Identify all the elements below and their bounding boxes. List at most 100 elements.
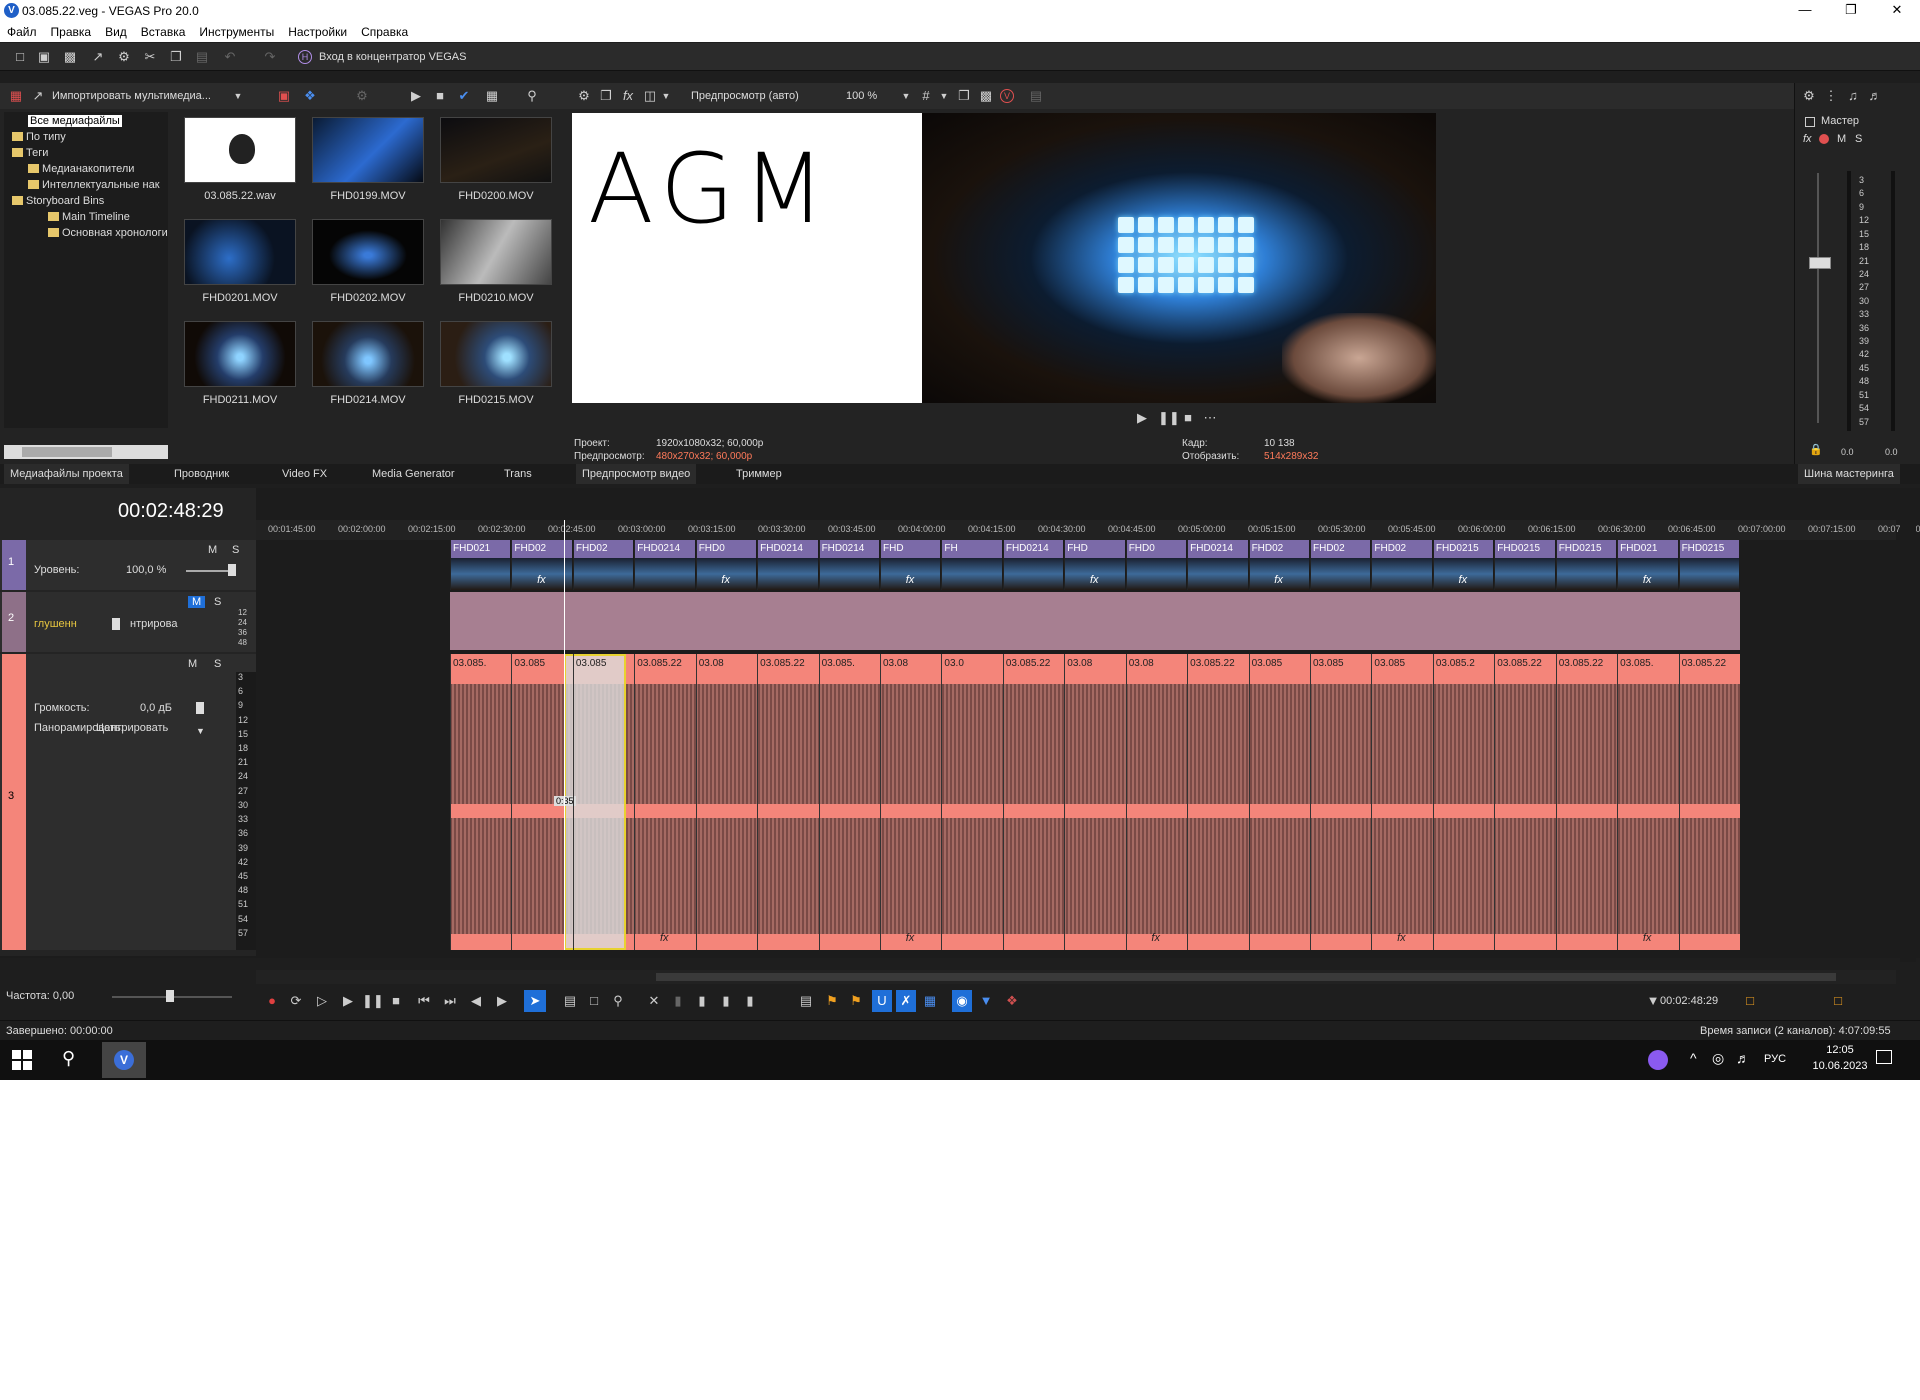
- play-from-start-icon[interactable]: ▷: [312, 990, 332, 1012]
- split-icon[interactable]: ▮: [740, 990, 760, 1012]
- media-thumb-fhd0200[interactable]: [440, 117, 552, 183]
- master-enable-checkbox[interactable]: [1805, 117, 1815, 127]
- tree-media-bins[interactable]: Медианакопители: [28, 163, 134, 175]
- preview-quality-select[interactable]: Предпросмотр (авто): [691, 90, 799, 102]
- import-media-icon[interactable]: ↗: [30, 88, 46, 104]
- preview-zoom-select[interactable]: 100 %: [846, 90, 877, 102]
- media-thumb-fhd0215[interactable]: [440, 321, 552, 387]
- trim-icon[interactable]: ▮: [668, 990, 688, 1012]
- scroll-thumb[interactable]: [22, 447, 112, 457]
- tree-tags[interactable]: Теги: [12, 147, 48, 159]
- render-icon[interactable]: ↗: [90, 49, 106, 65]
- timeline-scroll-thumb[interactable]: [656, 973, 1836, 981]
- media-thumb-fhd0210[interactable]: [440, 219, 552, 285]
- save-snapshot-icon[interactable]: ▩: [978, 88, 994, 104]
- copy-icon[interactable]: ❐: [168, 49, 184, 65]
- menu-tools[interactable]: Инструменты: [192, 22, 281, 39]
- menu-insert[interactable]: Вставка: [134, 22, 193, 39]
- auto-preview-icon[interactable]: ✔: [456, 88, 472, 104]
- undo-icon[interactable]: ↶: [222, 49, 238, 65]
- hub-icon[interactable]: H: [298, 50, 312, 64]
- video-clip[interactable]: FHD0: [1125, 540, 1187, 590]
- audio-clip[interactable]: 03.085.22: [1187, 654, 1248, 950]
- selection-tool-icon[interactable]: □: [584, 990, 604, 1012]
- lock-icon[interactable]: 🔒: [1809, 443, 1823, 456]
- clock-time[interactable]: 12:05: [1810, 1044, 1870, 1056]
- media-thumb-fhd0201[interactable]: [184, 219, 296, 285]
- audio-clip[interactable]: 03.085: [572, 654, 634, 950]
- lock-icon[interactable]: ◉: [952, 990, 972, 1012]
- clip-fx-icon[interactable]: fx: [660, 932, 669, 944]
- audio-clip[interactable]: 03.08: [695, 654, 757, 950]
- track-1-header[interactable]: 1 Уровень: 100,0 % M S: [0, 540, 256, 590]
- audio-clip[interactable]: 03.085: [1310, 654, 1371, 950]
- clip-fx-icon[interactable]: fx: [1397, 932, 1406, 944]
- track-2-solo-button[interactable]: S: [214, 596, 221, 608]
- track-1-level-handle[interactable]: [228, 564, 236, 576]
- views-icon[interactable]: ▦: [484, 88, 500, 104]
- marker-icon[interactable]: ⚑: [822, 990, 842, 1012]
- get-media-icon[interactable]: ❖: [302, 88, 318, 104]
- time-ruler[interactable]: 00:01:45:00 00:02:00:00 00:02:15:00 00:02:3…: [256, 520, 1920, 540]
- master-properties-icon[interactable]: ⚙: [1801, 88, 1817, 104]
- master-record-icon[interactable]: [1819, 134, 1829, 144]
- timeline-hscrollbar[interactable]: [256, 970, 1896, 984]
- tab-master-bus[interactable]: Шина мастеринга: [1798, 464, 1900, 484]
- audio-clip[interactable]: 03.0: [941, 654, 1002, 950]
- tab-video-fx[interactable]: Video FX: [276, 464, 333, 484]
- keyboard-language[interactable]: РУС: [1764, 1053, 1786, 1065]
- tree-main-chronology[interactable]: Основная хронологи: [48, 227, 168, 239]
- timeline-vscrollbar[interactable]: [1900, 492, 1916, 962]
- audio-clip[interactable]: 03.085.22 fx: [634, 654, 695, 950]
- video-clip[interactable]: FHD fx: [1064, 540, 1125, 590]
- audio-clip[interactable]: 03.085: [1248, 654, 1310, 950]
- clip-fx-icon[interactable]: fx: [906, 932, 915, 944]
- new-project-icon[interactable]: □: [12, 49, 28, 65]
- snapping-icon[interactable]: U: [872, 990, 892, 1012]
- video-clip[interactable]: FHD0214: [1002, 540, 1064, 590]
- clip-fx-icon[interactable]: fx: [906, 574, 915, 586]
- clip-fx-icon[interactable]: fx: [1274, 574, 1283, 586]
- video-clip[interactable]: FHD0214: [818, 540, 879, 590]
- track-1-mute-button[interactable]: M: [208, 544, 217, 556]
- lock-envelopes-icon[interactable]: ▤: [796, 990, 816, 1012]
- windows-start-icon[interactable]: [12, 1050, 32, 1070]
- menu-settings[interactable]: Настройки: [281, 22, 354, 39]
- preview-extra-icon[interactable]: ▤: [1028, 88, 1044, 104]
- video-clip[interactable]: FHD02 fx: [1248, 540, 1309, 590]
- clock-date[interactable]: 10.06.2023: [1800, 1060, 1880, 1072]
- audio-clip[interactable]: 03.085.22: [1678, 654, 1740, 950]
- capture-icon[interactable]: ▣: [276, 88, 292, 104]
- minimize-button[interactable]: —: [1782, 0, 1828, 22]
- media-thumb-audio[interactable]: [184, 117, 296, 183]
- tree-all-media[interactable]: Все медиафайлы: [28, 115, 122, 127]
- media-fx-icon[interactable]: ⚙: [354, 88, 370, 104]
- import-dropdown-icon[interactable]: ▼: [230, 88, 246, 104]
- volume-icon[interactable]: ♬: [1736, 1050, 1750, 1066]
- video-fx-icon[interactable]: fx: [620, 88, 636, 104]
- record-icon[interactable]: ●: [262, 990, 282, 1012]
- split-dropdown-icon[interactable]: ▼: [658, 88, 674, 104]
- tree-by-type[interactable]: По типу: [12, 131, 66, 143]
- video-clip[interactable]: FHD02: [1310, 540, 1371, 590]
- tab-media-generator[interactable]: Media Generator: [366, 464, 461, 484]
- speaker-icon[interactable]: ♬: [1867, 88, 1883, 104]
- audio-clip[interactable]: 03.08: [1064, 654, 1125, 950]
- video-clip[interactable]: FHD0215: [1494, 540, 1555, 590]
- network-icon[interactable]: ◎: [1712, 1050, 1724, 1067]
- pan-dropdown-icon[interactable]: ▼: [196, 726, 205, 736]
- normal-edit-tool-icon[interactable]: ➤: [524, 990, 546, 1012]
- audio-clip[interactable]: 03.085.22: [1002, 654, 1064, 950]
- trim-end-icon[interactable]: ▮: [716, 990, 736, 1012]
- audio-clip[interactable]: 03.085.22: [757, 654, 818, 950]
- video-clip[interactable]: FHD0215: [1678, 540, 1739, 590]
- playhead-cursor[interactable]: [564, 520, 565, 950]
- chevron-up-icon[interactable]: ^: [1690, 1050, 1697, 1066]
- assistant-icon[interactable]: [1648, 1050, 1668, 1070]
- media-thumb-fhd0202[interactable]: [312, 219, 424, 285]
- master-fx-icon[interactable]: fx: [1803, 133, 1812, 145]
- tree-hscrollbar[interactable]: [4, 445, 168, 459]
- track-2-slider-handle[interactable]: [112, 618, 120, 630]
- video-clip[interactable]: FHD0214: [1187, 540, 1248, 590]
- media-thumb-fhd0211[interactable]: [184, 321, 296, 387]
